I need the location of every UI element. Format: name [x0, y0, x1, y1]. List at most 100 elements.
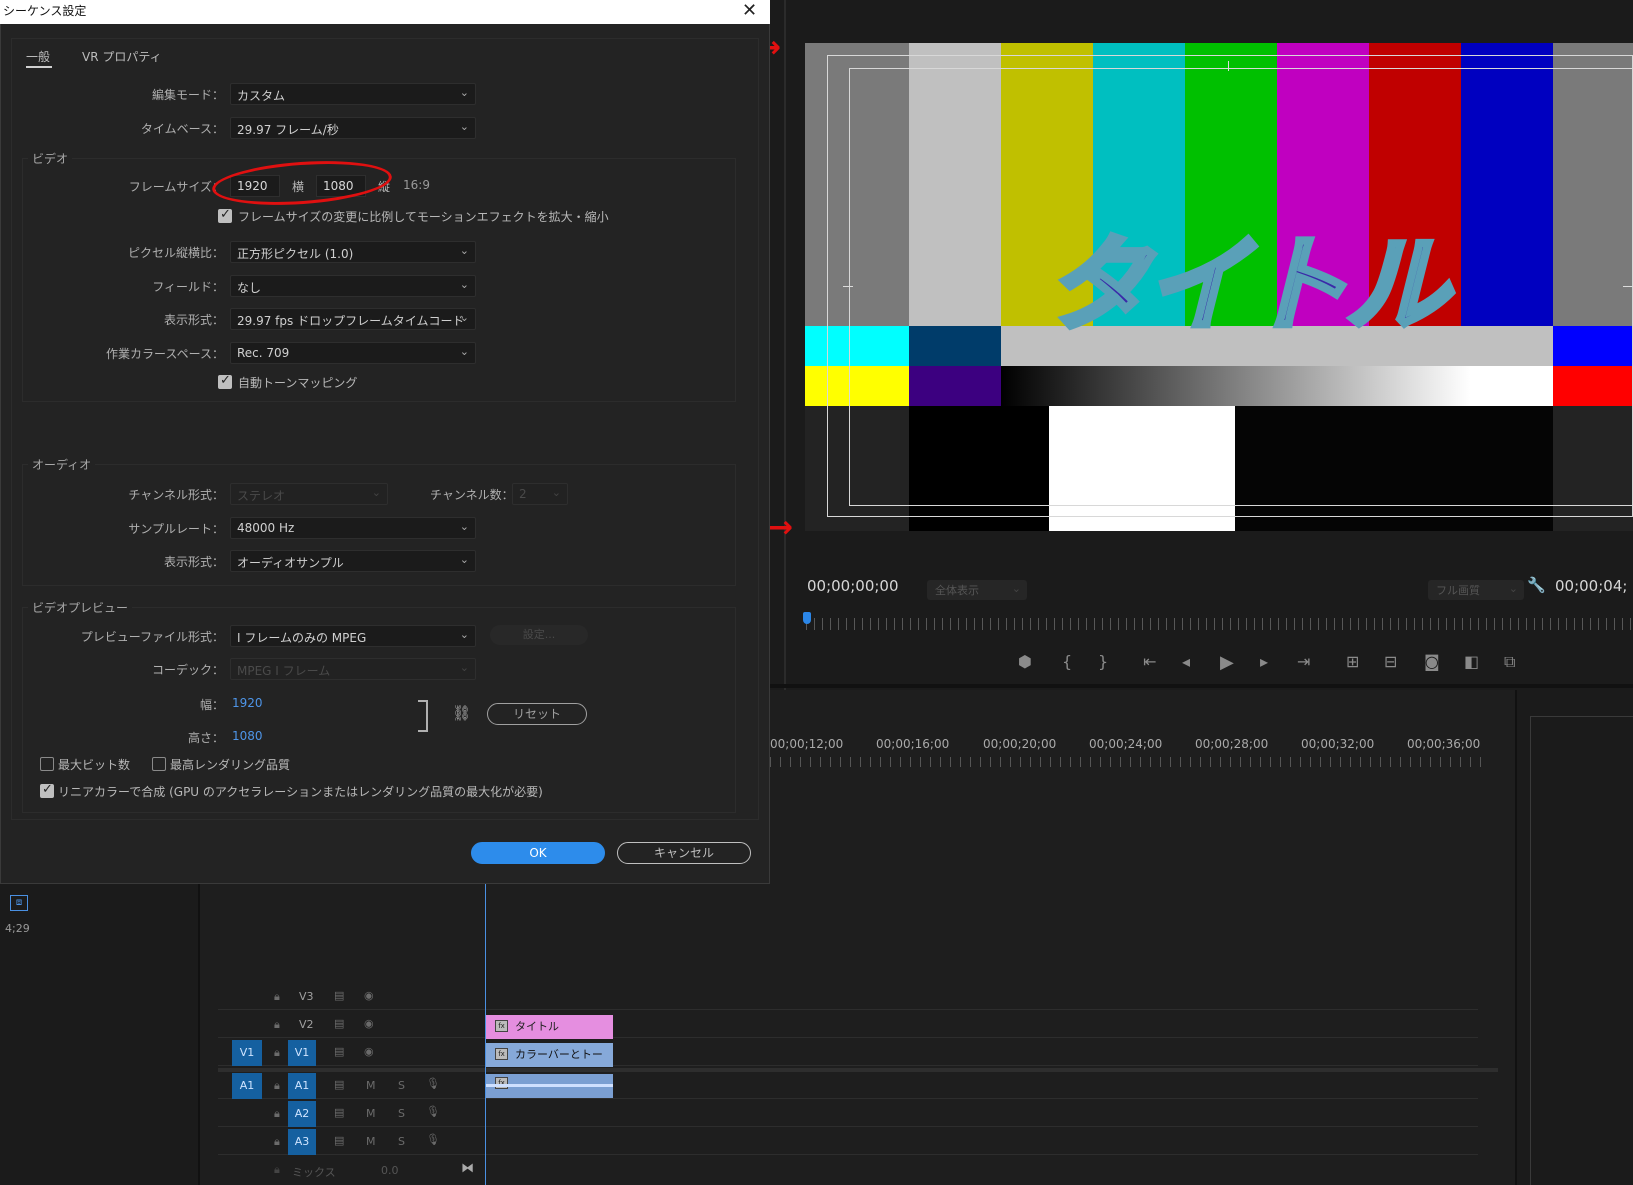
mute-button[interactable]: M	[366, 1107, 376, 1120]
track-target-a2[interactable]: A2	[288, 1101, 316, 1127]
lock-icon[interactable]: 🔒︎	[274, 1107, 280, 1121]
go-to-out-icon[interactable]: ⇥	[1297, 652, 1310, 671]
track-a1[interactable]: A1 🔒︎ A1 ▤ M S 🎙︎	[218, 1073, 1478, 1099]
sync-lock-icon[interactable]: ▤	[334, 1106, 344, 1119]
timeline-time-label: 00;00;24;00	[1089, 737, 1163, 751]
microphone-icon[interactable]: 🎙︎	[426, 1077, 440, 1090]
max-render-quality-checkbox[interactable]	[152, 757, 166, 771]
track-target-v1[interactable]: V1	[288, 1040, 316, 1066]
lock-icon[interactable]: 🔒︎	[274, 990, 280, 1004]
playhead-marker[interactable]	[803, 612, 811, 624]
solo-button[interactable]: S	[398, 1135, 405, 1148]
video-audio-divider[interactable]	[218, 1068, 1498, 1072]
lock-icon[interactable]: 🔒︎	[274, 1046, 280, 1060]
eye-icon[interactable]: ◉	[364, 1017, 374, 1030]
lock-icon[interactable]: 🔒︎	[274, 1135, 280, 1149]
step-forward-icon[interactable]: ▸	[1260, 652, 1268, 671]
track-v2[interactable]: 🔒︎ V2 ▤ ◉	[218, 1012, 1478, 1038]
preview-settings-button[interactable]: 設定...	[490, 625, 588, 645]
track-a3[interactable]: 🔒︎ A3 ▤ M S 🎙︎	[218, 1129, 1478, 1155]
timeline-time-label: 00;00;20;00	[983, 737, 1057, 751]
sync-lock-icon[interactable]: ▤	[334, 1134, 344, 1147]
wrench-icon[interactable]: 🔧	[1527, 576, 1546, 594]
channel-count-dropdown[interactable]: 2 ⌄	[512, 483, 568, 505]
compare-view-icon[interactable]: ◧	[1464, 652, 1479, 671]
channel-format-label: チャンネル形式：	[128, 488, 224, 502]
lock-icon[interactable]: 🔒︎	[274, 1079, 280, 1093]
timeline-time-label: 00;00;16;00	[876, 737, 950, 751]
timebase-dropdown[interactable]: 29.97 フレーム/秒 ⌄	[230, 117, 476, 139]
track-target-a1[interactable]: A1	[288, 1073, 316, 1099]
dialog-titlebar[interactable]: シーケンス設定	[0, 0, 770, 24]
timeline-playhead-line[interactable]	[485, 880, 486, 1185]
color-space-dropdown[interactable]: Rec. 709 ⌄	[230, 342, 476, 364]
max-bit-depth-checkbox[interactable]	[40, 757, 54, 771]
track-v3[interactable]: 🔒︎ V3 ▤ ◉	[218, 984, 1478, 1010]
mix-value: 0.0	[381, 1164, 399, 1177]
color-bars-clip[interactable]: fx カラーバーとトー	[485, 1043, 613, 1067]
sync-lock-icon[interactable]: ▤	[334, 1017, 344, 1030]
close-icon[interactable]: ✕	[742, 0, 1623, 22]
tab-general[interactable]: 一般	[26, 48, 50, 65]
tab-vr-properties[interactable]: VR プロパティ	[82, 48, 162, 65]
sync-lock-icon[interactable]: ▤	[334, 1045, 344, 1058]
cancel-button[interactable]: キャンセル	[617, 842, 751, 864]
timeline-ruler[interactable]	[770, 757, 1490, 767]
microphone-icon[interactable]: 🎙︎	[426, 1105, 440, 1118]
solo-button[interactable]: S	[398, 1079, 405, 1092]
solo-button[interactable]: S	[398, 1107, 405, 1120]
audio-display-format-dropdown[interactable]: オーディオサンプル ⌄	[230, 550, 476, 572]
edit-mode-dropdown[interactable]: カスタム ⌄	[230, 83, 476, 105]
add-marker-icon[interactable]: ⬢	[1018, 652, 1032, 671]
reset-button[interactable]: リセット	[487, 703, 587, 725]
source-patch-v1[interactable]: V1	[232, 1040, 262, 1066]
fields-dropdown[interactable]: なし ⌄	[230, 275, 476, 297]
tone-mapping-checkbox[interactable]	[218, 373, 232, 389]
codec-dropdown[interactable]: MPEG I フレーム ⌄	[230, 658, 476, 680]
sample-rate-dropdown[interactable]: 48000 Hz ⌄	[230, 517, 476, 539]
display-format-dropdown[interactable]: 29.97 fps ドロップフレームタイムコード ⌄	[230, 308, 476, 330]
track-v1[interactable]: V1 🔒︎ V1 ▤ ◉	[218, 1040, 1478, 1066]
mute-button[interactable]: M	[366, 1079, 376, 1092]
step-back-icon[interactable]: ◂	[1182, 652, 1190, 671]
mark-in-icon[interactable]: {	[1062, 652, 1072, 671]
playback-resolution-dropdown[interactable]: フル画質 ⌄	[1428, 580, 1524, 600]
go-to-in-icon[interactable]: ⇤	[1143, 652, 1156, 671]
program-time-ruler[interactable]	[806, 618, 1633, 630]
sequence-icon[interactable]: ⧈	[10, 895, 28, 911]
zoom-level-dropdown[interactable]: 全体表示 ⌄	[927, 580, 1027, 600]
channel-format-dropdown[interactable]: ステレオ ⌄	[230, 483, 388, 505]
mark-out-icon[interactable]: }	[1098, 652, 1108, 671]
sync-lock-icon[interactable]: ▤	[334, 989, 344, 1002]
eye-icon[interactable]: ◉	[364, 989, 374, 1002]
eye-icon[interactable]: ◉	[364, 1045, 374, 1058]
track-a2[interactable]: 🔒︎ A2 ▤ M S 🎙︎	[218, 1101, 1478, 1127]
chevron-down-icon: ⌄	[1011, 582, 1021, 595]
extract-icon[interactable]: ⊟	[1384, 652, 1397, 671]
zoom-level-value: 全体表示	[935, 584, 979, 597]
overlay-icon[interactable]: ⧉	[1504, 652, 1515, 672]
current-timecode[interactable]: 00;00;00;00	[807, 577, 899, 595]
sync-lock-icon[interactable]: ▤	[334, 1078, 344, 1091]
ok-button[interactable]: OK	[471, 842, 605, 864]
lift-icon[interactable]: ⊞	[1346, 652, 1359, 671]
camera-icon[interactable]: ◙	[1424, 652, 1440, 671]
item-duration: 4;29	[5, 922, 30, 935]
play-icon[interactable]: ▶	[1220, 652, 1234, 673]
microphone-icon[interactable]: 🎙︎	[426, 1133, 440, 1146]
preview-width-value[interactable]: 1920	[232, 696, 263, 710]
bowtie-icon[interactable]: ⧓	[461, 1161, 474, 1176]
linear-color-checkbox[interactable]	[40, 782, 54, 798]
lock-icon[interactable]: 🔒︎	[274, 1018, 280, 1032]
preview-file-format-dropdown[interactable]: I フレームのみの MPEG ⌄	[230, 625, 476, 647]
title-clip[interactable]: fx タイトル	[485, 1015, 613, 1039]
scale-motion-checkbox[interactable]	[218, 207, 232, 223]
link-icon[interactable]: ⛓︎	[452, 704, 471, 722]
mute-button[interactable]: M	[366, 1135, 376, 1148]
pixel-aspect-dropdown[interactable]: 正方形ピクセル (1.0) ⌄	[230, 241, 476, 263]
source-patch-a1[interactable]: A1	[232, 1073, 262, 1099]
audio-clip[interactable]: fx	[485, 1074, 613, 1098]
preview-height-value[interactable]: 1080	[232, 729, 263, 743]
track-target-a3[interactable]: A3	[288, 1129, 316, 1155]
chevron-down-icon: ⌄	[1508, 582, 1518, 595]
